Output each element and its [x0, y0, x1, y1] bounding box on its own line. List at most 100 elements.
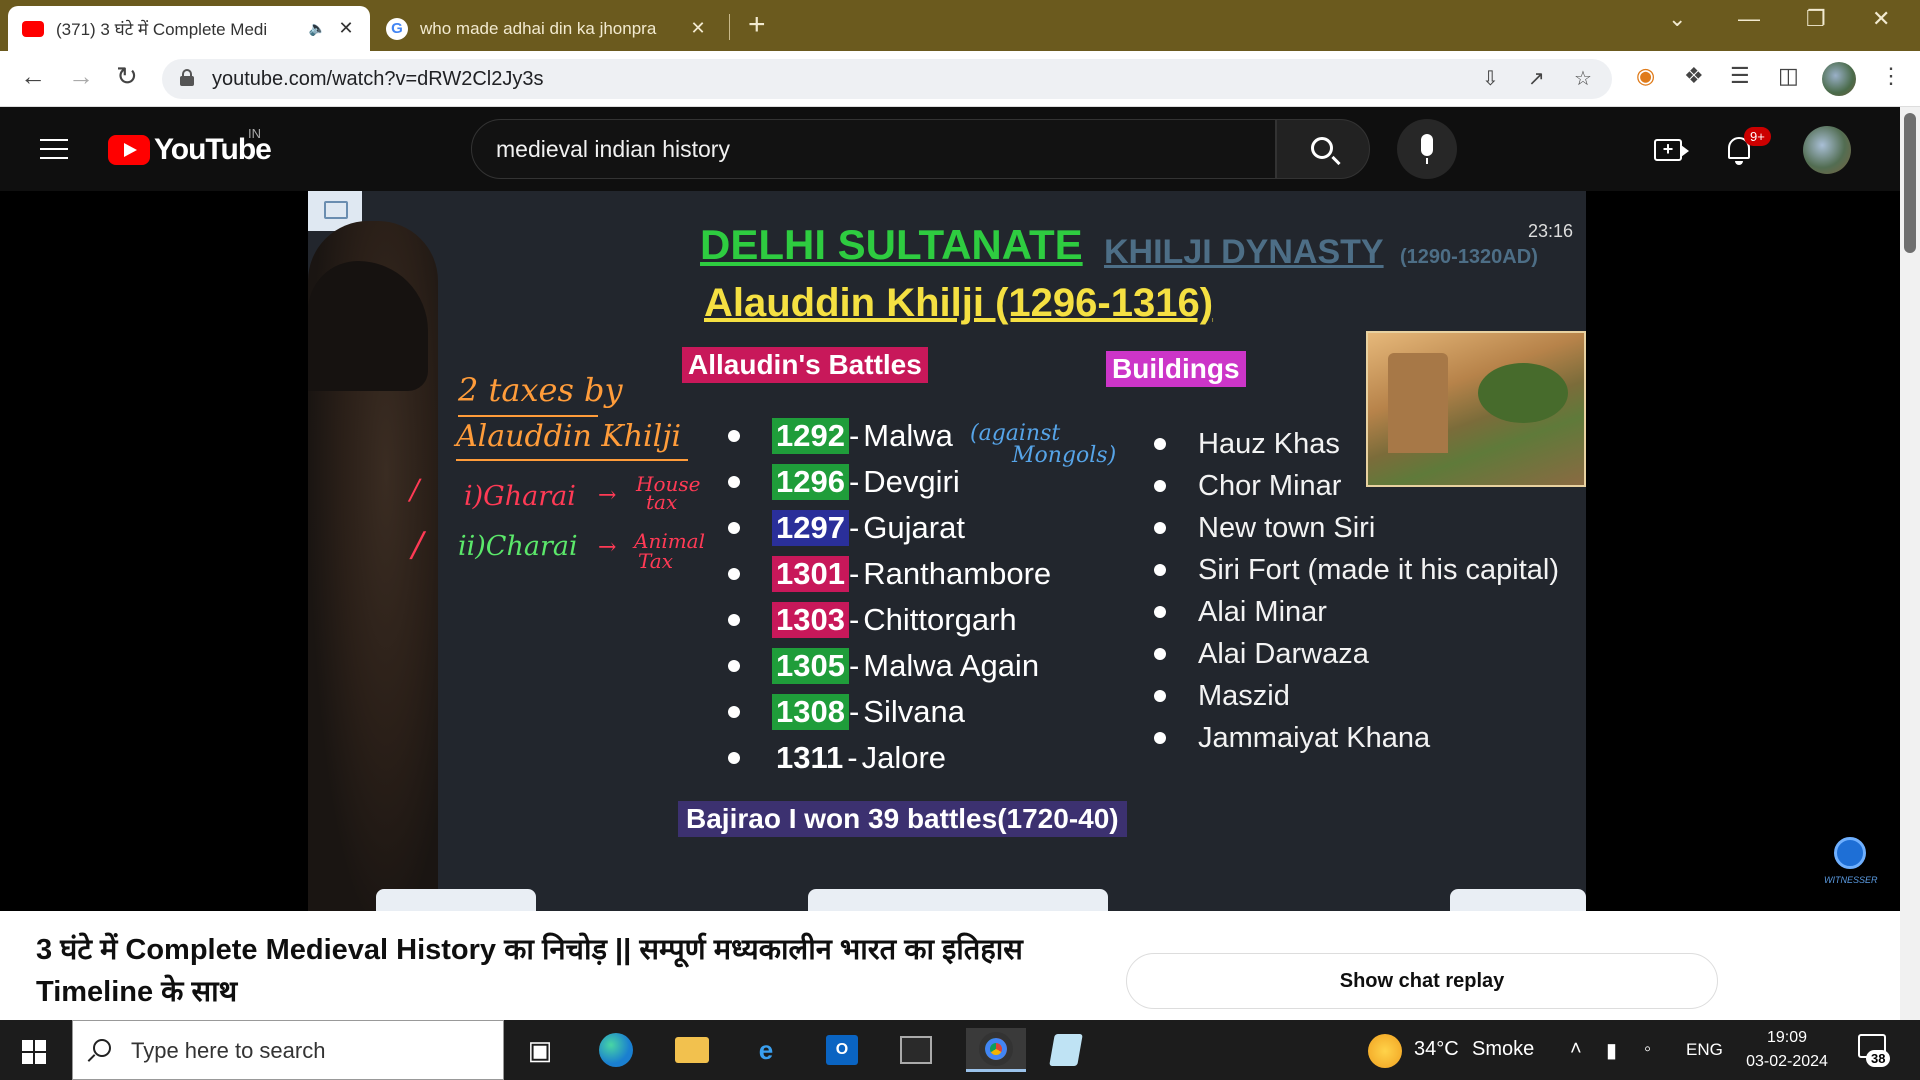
google-favicon-icon: G — [386, 17, 408, 40]
snipping-tool-icon[interactable] — [892, 1028, 940, 1072]
tab-youtube[interactable]: (371) 3 घंटे में Complete Medi 🔈 ✕ — [8, 6, 370, 51]
chrome-icon[interactable] — [966, 1028, 1026, 1072]
address-bar[interactable]: youtube.com/watch?v=dRW2Cl2Jy3s ⇩ ↗ ☆ — [162, 59, 1612, 99]
scrollbar-thumb[interactable] — [1904, 113, 1916, 253]
battle-item: 1303- Chittorgarh — [728, 597, 1051, 643]
bookmark-star-icon[interactable]: ☆ — [1574, 66, 1592, 91]
youtube-header: YouTube IN + 9+ — [0, 107, 1900, 191]
search-box[interactable] — [471, 119, 1276, 179]
notification-badge: 9+ — [1744, 127, 1771, 146]
battle-item: 1308- Silvana — [728, 689, 1051, 735]
notepad-icon[interactable] — [1042, 1028, 1090, 1072]
search-button[interactable] — [1276, 119, 1370, 179]
battle-dash: - — [848, 464, 860, 499]
buildings-list: Hauz Khas Chor Minar New town Siri Siri For… — [1154, 423, 1559, 759]
battery-icon[interactable]: ▮ — [1606, 1038, 1617, 1063]
chrome-menu-icon[interactable]: ⋮ — [1880, 63, 1902, 89]
building-name: New town Siri — [1198, 511, 1376, 544]
battle-place: Jalore — [861, 740, 947, 775]
bullet — [728, 522, 740, 534]
battle-dash: - — [848, 556, 860, 591]
building-item: Hauz Khas — [1154, 423, 1559, 465]
show-chat-replay-button[interactable]: Show chat replay — [1126, 953, 1718, 1009]
outlook-icon[interactable]: O — [818, 1028, 866, 1072]
back-icon[interactable]: ← — [20, 61, 46, 92]
bullet — [728, 476, 740, 488]
slide-title: DELHI SULTANATE — [700, 221, 1083, 268]
create-video-icon[interactable]: + — [1654, 139, 1689, 161]
bullet — [1154, 606, 1166, 618]
building-item: New town Siri — [1154, 507, 1559, 549]
browser-tab-strip: (371) 3 घंटे में Complete Medi 🔈 ✕ G who… — [0, 0, 1920, 51]
reload-icon[interactable]: ↻ — [116, 61, 138, 92]
show-hidden-icons-icon[interactable]: ˄ — [1570, 1038, 1582, 1061]
video-player[interactable]: DELHI SULTANATE KHILJI DYNASTY (1290-132… — [0, 191, 1900, 911]
battle-dash: - — [848, 510, 860, 545]
weather-icon[interactable] — [1368, 1034, 1402, 1068]
bullet — [728, 660, 740, 672]
extensions-puzzle-icon[interactable]: ❖ — [1684, 63, 1704, 89]
profile-avatar[interactable] — [1822, 62, 1856, 96]
side-panel-icon[interactable]: ◫ — [1778, 63, 1799, 89]
battle-dash: - — [848, 648, 860, 683]
battle-dash: - — [847, 740, 858, 775]
slide-subtitle-years: (1290-1320AD) — [1400, 246, 1538, 268]
close-tab-icon[interactable]: ✕ — [336, 18, 356, 39]
wifi-icon[interactable]: ◦ — [1644, 1038, 1651, 1061]
search-input[interactable] — [496, 134, 1236, 164]
battle-year: 1303 — [772, 602, 849, 638]
speaker-icon[interactable]: 🔈 — [309, 20, 326, 37]
forward-icon[interactable]: → — [68, 61, 94, 92]
voice-search-button[interactable] — [1397, 119, 1457, 179]
tab-google[interactable]: G who made adhai din ka jhonpra ✕ — [372, 6, 722, 51]
install-app-icon[interactable]: ⇩ — [1482, 66, 1499, 91]
buildings-label: Buildings — [1106, 351, 1246, 387]
slide-bottom-note: Bajirao I won 39 battles(1720-40) — [678, 801, 1127, 837]
file-explorer-icon[interactable] — [668, 1028, 716, 1072]
edge-icon[interactable] — [592, 1028, 640, 1072]
menu-icon[interactable] — [40, 139, 68, 166]
weather-temp[interactable]: 34°C — [1414, 1038, 1459, 1061]
video-info: 3 घंटे में Complete Medieval History का … — [0, 911, 1900, 1020]
building-name: Alai Minar — [1198, 595, 1327, 628]
close-window-icon[interactable]: ✕ — [1872, 6, 1890, 32]
battle-place: Ranthambore — [863, 556, 1052, 591]
language-indicator[interactable]: ENG — [1686, 1040, 1723, 1060]
youtube-avatar[interactable] — [1803, 126, 1851, 174]
share-icon[interactable]: ↗ — [1528, 66, 1545, 91]
presenter-figure — [308, 221, 438, 911]
task-view-icon[interactable]: ▣ — [516, 1028, 564, 1072]
battle-year: 1308 — [772, 694, 849, 730]
video-frame: DELHI SULTANATE KHILJI DYNASTY (1290-132… — [308, 191, 1586, 911]
building-name: Siri Fort (made it his capital) — [1198, 553, 1559, 586]
url-text[interactable]: youtube.com/watch?v=dRW2Cl2Jy3s — [212, 68, 543, 91]
new-tab-button[interactable]: + — [748, 8, 766, 42]
extension-icon[interactable]: ◉ — [1636, 63, 1655, 89]
taskbar-search[interactable]: Type here to search — [72, 1020, 504, 1080]
bullet — [1154, 438, 1166, 450]
media-control-icon[interactable]: ☰ — [1730, 63, 1750, 89]
lock-icon[interactable] — [180, 69, 194, 86]
internet-explorer-icon[interactable]: e — [742, 1028, 790, 1072]
restore-icon[interactable]: ❐ — [1806, 6, 1826, 32]
tax2-meaning-line: Tax — [638, 549, 673, 573]
weather-desc[interactable]: Smoke — [1472, 1038, 1534, 1061]
battle-year: 1297 — [772, 510, 849, 546]
channel-watermark-icon — [1834, 837, 1866, 869]
handwritten-underline — [456, 459, 688, 461]
bullet — [1154, 480, 1166, 492]
minimize-icon[interactable]: — — [1738, 6, 1760, 32]
country-code: IN — [248, 126, 261, 141]
battle-place: Devgiri — [863, 464, 960, 499]
page-scrollbar[interactable] — [1900, 107, 1920, 1020]
bullet — [728, 706, 740, 718]
video-title: 3 घंटे में Complete Medieval History का … — [36, 934, 1023, 1008]
youtube-favicon-icon — [22, 20, 44, 37]
windows-start-icon[interactable] — [22, 1040, 46, 1064]
close-tab-icon[interactable]: ✕ — [688, 18, 708, 39]
building-item: Maszid — [1154, 675, 1559, 717]
clock[interactable]: 19:09 03-02-2024 — [1738, 1026, 1836, 1074]
tab-search-icon[interactable]: ⌄ — [1668, 6, 1686, 32]
battle-year: 1311 — [776, 740, 844, 775]
youtube-logo[interactable]: YouTube — [108, 133, 272, 167]
